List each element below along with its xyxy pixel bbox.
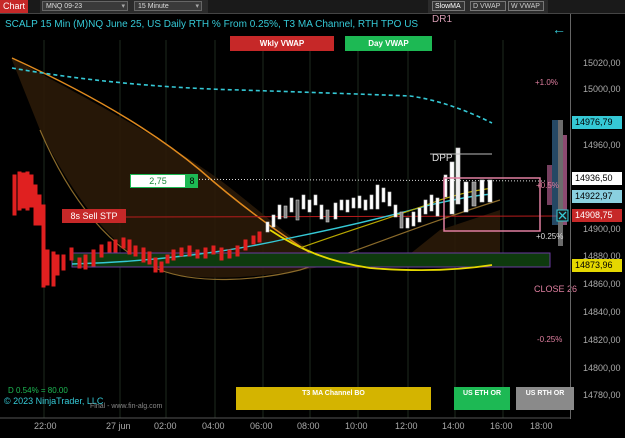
wkly-vwap-button[interactable]: Wkly VWAP	[230, 36, 334, 51]
x-tick: 06:00	[250, 421, 273, 431]
watermark-label: Final - www.fin-alg.com	[90, 403, 163, 410]
d-info-label: D 0.54% = 80.00	[8, 386, 68, 395]
order-count-label[interactable]: 8	[186, 174, 198, 188]
y-tick: 14860,00	[583, 279, 621, 289]
sell-stop-label[interactable]: 8s Sell STP	[62, 209, 126, 223]
x-tick: 16:00	[490, 421, 513, 431]
arrow-left-icon[interactable]: ←	[552, 22, 566, 36]
y-tick: 15020,00	[583, 58, 621, 68]
y-tick: 14900,00	[583, 224, 621, 234]
order-qty-label[interactable]: 2,75	[130, 174, 186, 188]
y-axis-line	[570, 14, 571, 419]
us-rth-or-button[interactable]: US RTH OR	[516, 387, 574, 410]
price-tag-weekly: 14976,79	[572, 116, 622, 129]
y-tick: 14820,00	[583, 335, 621, 345]
y-tick: 15000,00	[583, 84, 621, 94]
dr-label: DR1	[432, 14, 453, 25]
price-tag-session: 14922,97	[572, 190, 622, 203]
chart-title: SCALP 15 Min (M)NQ June 25, US Daily RTH…	[5, 19, 419, 30]
pct-plus-025-label: +0.25%	[536, 232, 564, 241]
x-tick: 18:00	[530, 421, 553, 431]
x-tick: 04:00	[202, 421, 225, 431]
pct-plus-05-label: +0.5%	[536, 181, 559, 190]
day-vwap-button[interactable]: Day VWAP	[345, 36, 432, 51]
x-tick: 02:00	[154, 421, 177, 431]
x-tick: 22:00	[34, 421, 57, 431]
x-tick: 12:00	[395, 421, 418, 431]
price-tag-sell-stop: 14908,75	[572, 209, 622, 222]
t3-channel-bo-button[interactable]: T3 MA Channel BO	[236, 387, 431, 410]
y-tick: 14960,00	[583, 140, 621, 150]
pct-minus-025-label: -0.25%	[537, 335, 563, 344]
bull-candles	[265, 147, 493, 233]
y-tick: 14840,00	[583, 307, 621, 317]
copyright-label: © 2023 NinjaTrader, LLC	[4, 396, 104, 406]
x-tick: 08:00	[297, 421, 320, 431]
price-tag-yellow: 14873,96	[572, 259, 622, 272]
y-tick: 14800,00	[583, 363, 621, 373]
pct-plus-1-label: +1.0%	[535, 78, 558, 87]
y-tick: 14780,00	[583, 390, 621, 400]
x-tick: 14:00	[442, 421, 465, 431]
price-tag-last: 14936,50	[572, 172, 622, 185]
x-tick: 27 jun	[106, 421, 131, 431]
us-eth-or-button[interactable]: US ETH OR	[454, 387, 510, 410]
dpp-label: DPP	[432, 153, 453, 164]
x-tick: 10:00	[345, 421, 368, 431]
